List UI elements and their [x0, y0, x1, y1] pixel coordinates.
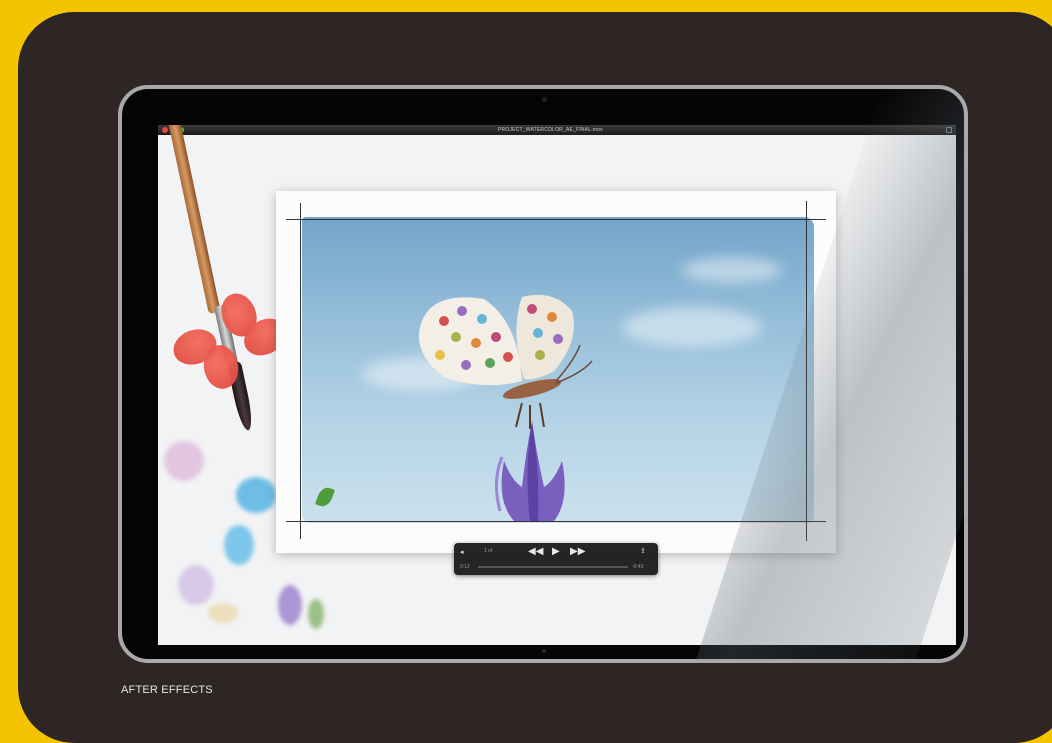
cloud	[682, 257, 782, 283]
current-time: 0:12	[460, 564, 470, 570]
purple-splash	[278, 585, 302, 625]
lavender-splash	[178, 565, 214, 605]
play-icon[interactable]: ▶	[552, 546, 560, 558]
close-window-button[interactable]	[162, 127, 168, 133]
rewind-icon[interactable]: ◀◀	[528, 546, 543, 558]
caption: AFTER EFFECTS	[121, 684, 213, 696]
pink-splash	[164, 441, 204, 481]
monitor: PROJECT_WATERCOLOR_AE_FINAL.mov ◂ 1 of ◀…	[118, 85, 968, 663]
share-icon[interactable]: ⇪	[640, 546, 646, 558]
yellow-splash	[208, 603, 238, 623]
green-splash	[308, 599, 324, 629]
window-title: PROJECT_WATERCOLOR_AE_FINAL.mov	[498, 127, 603, 133]
butterfly-on-flower-illustration	[418, 294, 593, 521]
video-controller: ◂ 1 of ◀◀ ▶ ▶▶ ⇪ 0:12 -0:43	[454, 543, 658, 575]
frame-line-left	[300, 203, 301, 539]
scrubber-track[interactable]	[478, 566, 628, 568]
bezel-dot	[542, 649, 546, 653]
chapter-label: 1 of	[484, 548, 493, 554]
speaker-icon[interactable]: ◂	[460, 547, 464, 559]
blue-splash	[224, 525, 254, 565]
window-titlebar: PROJECT_WATERCOLOR_AE_FINAL.mov	[158, 125, 956, 135]
blue-splash	[236, 477, 276, 513]
camera-dot	[542, 97, 547, 102]
brush-handle	[167, 125, 221, 315]
fast-forward-icon[interactable]: ▶▶	[570, 546, 585, 558]
frame-line-top	[286, 219, 826, 220]
remaining-time: -0:43	[632, 564, 644, 570]
